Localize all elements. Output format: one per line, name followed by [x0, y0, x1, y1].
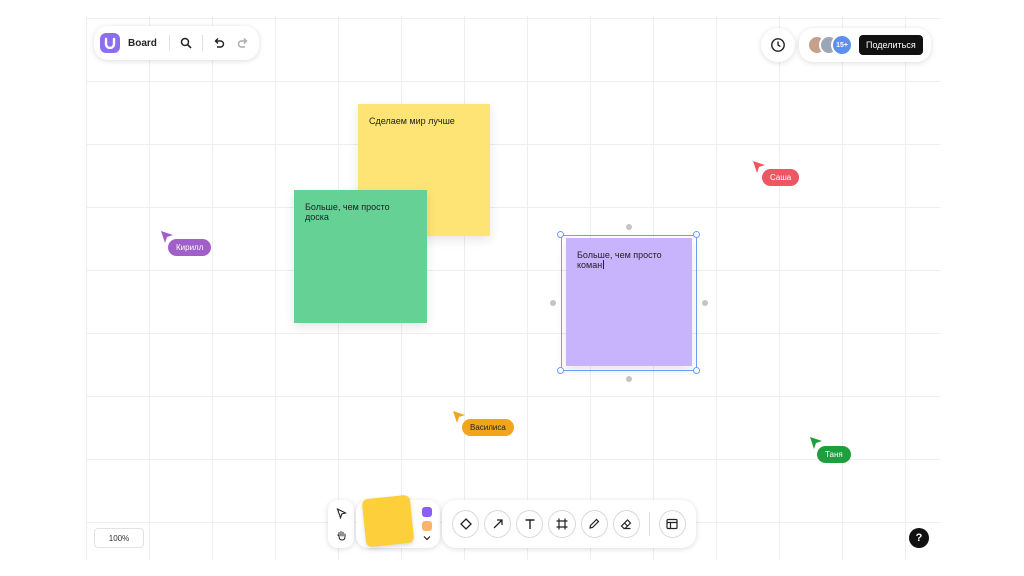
sticky-note-text[interactable]: Больше, чем просто доска — [305, 202, 390, 222]
chevron-down-icon[interactable] — [423, 535, 431, 541]
connector-point[interactable] — [550, 300, 556, 306]
board-header: Board — [94, 26, 259, 60]
eraser-tool[interactable] — [612, 510, 640, 538]
board-title[interactable]: Board — [128, 38, 157, 49]
pen-tool[interactable] — [580, 510, 608, 538]
cursor-label-sasha: Саша — [762, 169, 800, 186]
arrow-icon — [493, 519, 503, 529]
search-icon[interactable] — [178, 35, 194, 51]
help-button[interactable]: ? — [909, 528, 929, 548]
divider — [648, 512, 650, 536]
eraser-icon — [620, 519, 632, 530]
sticky-note-tool — [356, 494, 440, 548]
collaborator-avatars[interactable]: 15+ — [807, 34, 853, 56]
drawing-tools — [442, 500, 696, 548]
arrow-tool[interactable] — [484, 510, 512, 538]
cursor-label-kirill: Кирилл — [168, 239, 212, 256]
history-button[interactable] — [761, 28, 795, 62]
frame-tool[interactable] — [548, 510, 576, 538]
sticky-note-text[interactable]: Сделаем мир лучше — [369, 116, 455, 126]
resize-handle[interactable] — [557, 231, 564, 238]
zoom-level[interactable]: 100% — [94, 528, 144, 548]
clock-icon — [771, 38, 785, 52]
divider — [168, 35, 170, 51]
navigation-tools — [328, 500, 354, 548]
frame-icon — [556, 518, 568, 530]
shape-tool[interactable] — [452, 510, 480, 538]
more-collaborators-badge[interactable]: 15+ — [831, 34, 853, 56]
hand-icon[interactable] — [333, 527, 349, 543]
undo-icon[interactable] — [211, 35, 227, 51]
selection-box — [561, 235, 697, 371]
sticky-color-picker — [422, 507, 432, 541]
board-canvas[interactable]: Board 15+ Поделиться Сделаем мир лучше Б… — [86, 16, 940, 560]
shape-icon — [459, 518, 472, 530]
pointer-icon[interactable] — [333, 505, 349, 521]
divider — [201, 35, 203, 51]
connector-point[interactable] — [626, 376, 632, 382]
sticky-note-green[interactable]: Больше, чем просто доска — [294, 190, 427, 323]
text-tool[interactable] — [516, 510, 544, 538]
share-button[interactable]: Поделиться — [859, 35, 923, 55]
color-swatch-orange[interactable] — [422, 521, 432, 531]
text-icon — [525, 519, 535, 529]
pen-icon — [589, 518, 600, 529]
cursor-label-vasilisa: Василиса — [462, 419, 514, 436]
templates-tool[interactable] — [658, 510, 686, 538]
connector-point[interactable] — [702, 300, 708, 306]
cursor-label-tanya: Таня — [817, 446, 851, 463]
resize-handle[interactable] — [693, 231, 700, 238]
connector-point[interactable] — [626, 224, 632, 230]
template-icon — [666, 518, 678, 530]
color-swatch-purple[interactable] — [422, 507, 432, 517]
sticky-note-button[interactable] — [361, 494, 415, 548]
redo-icon[interactable] — [235, 35, 251, 51]
collaboration-bar: 15+ Поделиться — [799, 28, 931, 62]
app-logo[interactable] — [100, 33, 120, 53]
resize-handle[interactable] — [557, 367, 564, 374]
resize-handle[interactable] — [693, 367, 700, 374]
